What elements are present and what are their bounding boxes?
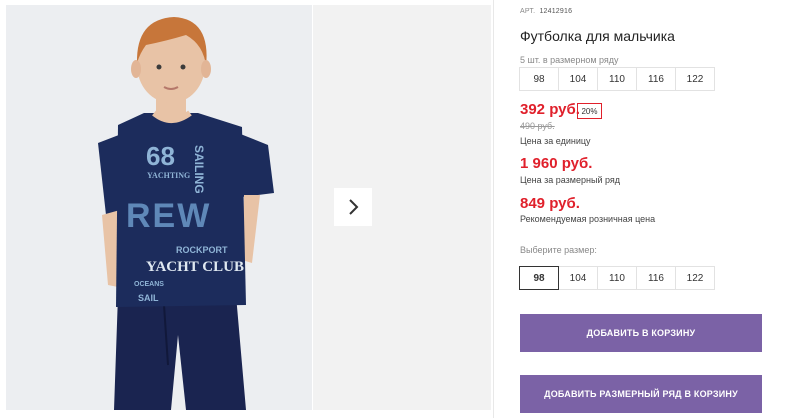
choose-size-label: Выберите размер: [520,245,597,255]
sku-line: АРТ. 12412916 [520,8,572,15]
pack-size-note: 5 шт. в размерном ряду [520,55,619,65]
next-photo-button[interactable] [334,188,372,226]
pack-size-item: 122 [675,67,715,91]
size-option-104[interactable]: 104 [558,266,598,290]
unit-price-note: Цена за единицу [520,136,591,146]
recommended-price: 849 руб. [520,195,580,212]
chevron-right-icon [349,199,359,215]
tee-print-rockport: ROCKPORT [176,245,228,255]
add-pack-to-cart-button[interactable]: ДОБАВИТЬ РАЗМЕРНЫЙ РЯД В КОРЗИНУ [520,375,762,413]
product-photo[interactable]: 68 YACHTING SAILING REW YACHT CLUB ROCKP… [6,5,312,410]
pack-size-item: 104 [558,67,598,91]
pack-size-list: 98 104 110 116 122 [519,67,715,91]
size-selector: 98 104 110 116 122 [519,266,715,290]
tee-print-sail: SAIL [138,293,159,303]
pack-size-item: 98 [519,67,559,91]
sku-value: 12412916 [539,8,573,15]
add-to-cart-button[interactable]: ДОБАВИТЬ В КОРЗИНУ [520,314,762,352]
tee-print-yacht-club: YACHT CLUB [146,259,244,275]
tee-print-yachting: YACHTING [147,171,191,180]
discount-badge: 20% [577,103,602,119]
tee-print-sailing: SAILING [192,145,206,194]
recommended-price-note: Рекомендуемая розничная цена [520,214,656,224]
tee-print-oceans: OCEANS [134,281,164,288]
size-option-98[interactable]: 98 [519,266,559,290]
pack-price: 1 960 руб. [520,155,593,172]
size-option-116[interactable]: 116 [636,266,676,290]
old-price: 490 руб. [520,121,555,131]
product-title: Футболка для мальчика [520,28,675,44]
unit-price: 392 руб. [520,101,580,118]
size-option-110[interactable]: 110 [597,266,637,290]
tee-print-68: 68 [146,141,175,171]
tee-print-rew: REW [126,197,212,235]
product-gallery: 68 YACHTING SAILING REW YACHT CLUB ROCKP… [0,0,494,418]
size-option-122[interactable]: 122 [675,266,715,290]
pack-size-item: 110 [597,67,637,91]
pack-size-item: 116 [636,67,676,91]
panel-divider [493,0,494,418]
sku-label: АРТ. [520,8,536,15]
pack-price-note: Цена за размерный ряд [520,175,621,185]
